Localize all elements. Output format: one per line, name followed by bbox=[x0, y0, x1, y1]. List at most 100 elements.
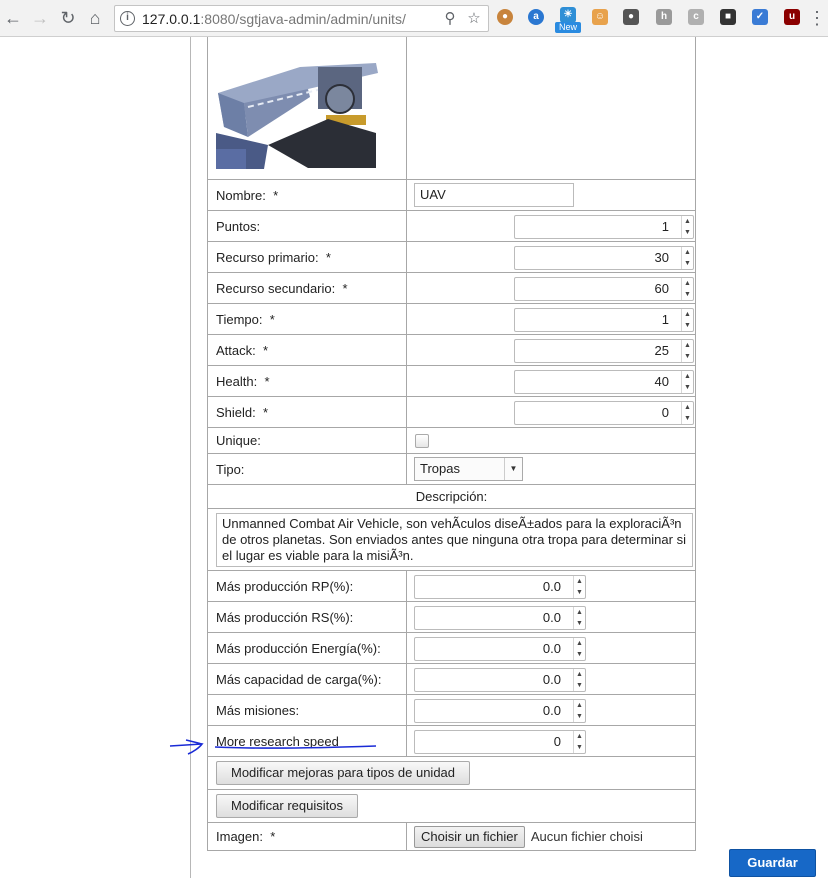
mas-capacidad-carga-value: 0.0 bbox=[542, 672, 561, 687]
field-row-tipo: Tipo: Tropas ▼ bbox=[207, 453, 696, 485]
unit-image bbox=[216, 52, 378, 169]
improvement-row-carga: Más capacidad de carga(%): 0.0 ▲ ▼ bbox=[207, 663, 696, 695]
tiempo-input[interactable]: 1 ▲ ▼ bbox=[514, 308, 694, 332]
field-label-unique: Unique: bbox=[207, 427, 407, 454]
spinner-arrows-icon[interactable]: ▲ ▼ bbox=[681, 309, 693, 331]
cookie-extension-icon[interactable]: ● bbox=[497, 9, 513, 25]
account-extension-icon[interactable]: a bbox=[528, 9, 544, 25]
required-marker: * bbox=[342, 280, 348, 296]
address-bar[interactable]: i 127.0.0.1:8080/sgtjava-admin/admin/uni… bbox=[114, 5, 489, 32]
reload-icon[interactable]: ↻ bbox=[57, 7, 79, 29]
unit-edit-form: Nombre: * UAV Puntos: 1 ▲ ▼ Recurso primar… bbox=[207, 37, 696, 851]
url-path: :8080/sgtjava-admin/admin/units/ bbox=[200, 11, 406, 27]
description-header-row: Descripción: bbox=[207, 484, 696, 509]
chevron-down-icon: ▼ bbox=[504, 458, 522, 480]
spinner-arrows-icon[interactable]: ▲ ▼ bbox=[573, 607, 585, 629]
h-extension-icon[interactable]: h bbox=[656, 9, 672, 25]
spinner-arrows-icon[interactable]: ▲ ▼ bbox=[681, 340, 693, 362]
bookmark-star-icon[interactable]: ☆ bbox=[465, 10, 483, 28]
puntos-value: 1 bbox=[661, 219, 669, 234]
unit-image-empty-cell bbox=[406, 37, 696, 180]
improvement-value-energia: 0.0 ▲ ▼ bbox=[406, 632, 696, 664]
tipo-select[interactable]: Tropas ▼ bbox=[414, 457, 523, 481]
site-info-icon[interactable]: i bbox=[120, 11, 135, 26]
c-extension-icon[interactable]: c bbox=[688, 9, 704, 25]
menu-dots-icon[interactable]: ⋮ bbox=[806, 7, 828, 29]
face-extension-icon[interactable]: ☺ bbox=[592, 9, 608, 25]
spinner-arrows-icon[interactable]: ▲ ▼ bbox=[573, 731, 585, 753]
improvement-label-rp: Más producción RP(%): bbox=[207, 570, 407, 602]
more-research-speed-value: 0 bbox=[553, 734, 561, 749]
field-label-text: Shield: bbox=[216, 404, 256, 420]
field-row-tiempo: Tiempo: * 1 ▲ ▼ bbox=[207, 303, 696, 335]
extension-new-icon[interactable]: ☀ bbox=[560, 7, 576, 23]
field-label-tipo: Tipo: bbox=[207, 453, 407, 485]
mas-capacidad-carga-input[interactable]: 0.0 ▲ ▼ bbox=[414, 668, 586, 692]
improvement-row-research-speed: More research speed 0 ▲ ▼ bbox=[207, 725, 696, 757]
mas-misiones-input[interactable]: 0.0 ▲ ▼ bbox=[414, 699, 586, 723]
more-research-speed-input[interactable]: 0 ▲ ▼ bbox=[414, 730, 586, 754]
shield-input[interactable]: 0 ▲ ▼ bbox=[514, 401, 694, 425]
attack-value: 25 bbox=[654, 343, 669, 358]
health-input[interactable]: 40 ▲ ▼ bbox=[514, 370, 694, 394]
nombre-input[interactable]: UAV bbox=[414, 183, 574, 207]
spinner-arrows-icon[interactable]: ▲ ▼ bbox=[573, 638, 585, 660]
ublock-extension-icon[interactable]: u bbox=[784, 9, 800, 25]
required-marker: * bbox=[270, 829, 276, 844]
field-value-recurso-primario: 30 ▲ ▼ bbox=[406, 241, 696, 273]
unique-checkbox[interactable] bbox=[415, 434, 429, 448]
url-text: 127.0.0.1:8080/sgtjava-admin/admin/units… bbox=[142, 11, 406, 27]
image-upload-row: Imagen: * Choisir un fichier Aucun fichie… bbox=[207, 822, 696, 851]
modify-requirements-button[interactable]: Modificar requisitos bbox=[216, 794, 358, 818]
zoom-icon[interactable]: ⚲ bbox=[441, 10, 459, 28]
choose-file-button[interactable]: Choisir un fichier bbox=[414, 825, 525, 848]
recurso-primario-value: 30 bbox=[654, 250, 669, 265]
annotation-arrow-shaft bbox=[169, 743, 203, 747]
spinner-arrows-icon[interactable]: ▲ ▼ bbox=[681, 247, 693, 269]
modify-unit-type-improvements-button[interactable]: Modificar mejoras para tipos de unidad bbox=[216, 761, 471, 785]
spinner-arrows-icon[interactable]: ▲ ▼ bbox=[573, 669, 585, 691]
unit-image-row bbox=[207, 37, 696, 180]
save-button[interactable]: Guardar bbox=[729, 849, 816, 877]
mask-extension-icon[interactable]: ● bbox=[623, 9, 639, 25]
modify-improvements-row: Modificar mejoras para tipos de unidad bbox=[207, 756, 696, 790]
page-left-border bbox=[190, 37, 191, 878]
field-value-health: 40 ▲ ▼ bbox=[406, 365, 696, 397]
puntos-input[interactable]: 1 ▲ ▼ bbox=[514, 215, 694, 239]
spinner-arrows-icon[interactable]: ▲ ▼ bbox=[681, 371, 693, 393]
image-upload-label: Imagen: * bbox=[207, 822, 407, 851]
improvement-row-rs: Más producción RS(%): 0.0 ▲ ▼ bbox=[207, 601, 696, 633]
improvement-row-rp: Más producción RP(%): 0.0 ▲ ▼ bbox=[207, 570, 696, 602]
dark-extension-icon[interactable]: ■ bbox=[720, 9, 736, 25]
modify-requirements-cell: Modificar requisitos bbox=[207, 789, 696, 823]
field-row-puntos: Puntos: 1 ▲ ▼ bbox=[207, 210, 696, 242]
field-row-recurso-primario: Recurso primario: * 30 ▲ ▼ bbox=[207, 241, 696, 273]
field-row-nombre: Nombre: * UAV bbox=[207, 179, 696, 211]
description-textarea[interactable]: Unmanned Combat Air Vehicle, son vehÃcul… bbox=[216, 512, 693, 567]
improvement-label-rs: Más producción RS(%): bbox=[207, 601, 407, 633]
spinner-arrows-icon[interactable]: ▲ ▼ bbox=[573, 700, 585, 722]
spinner-arrows-icon[interactable]: ▲ ▼ bbox=[681, 278, 693, 300]
field-value-tiempo: 1 ▲ ▼ bbox=[406, 303, 696, 335]
spinner-arrows-icon[interactable]: ▲ ▼ bbox=[573, 576, 585, 598]
flag-extension-icon[interactable]: ✓ bbox=[752, 9, 768, 25]
recurso-secundario-input[interactable]: 60 ▲ ▼ bbox=[514, 277, 694, 301]
annotation-arrow-head bbox=[185, 739, 204, 755]
attack-input[interactable]: 25 ▲ ▼ bbox=[514, 339, 694, 363]
field-label-recurso-primario: Recurso primario: * bbox=[207, 241, 407, 273]
field-label-text: Imagen: bbox=[216, 829, 263, 844]
field-label-shield: Shield: * bbox=[207, 396, 407, 428]
spinner-arrows-icon[interactable]: ▲ ▼ bbox=[681, 402, 693, 424]
forward-arrow-icon[interactable]: → bbox=[29, 7, 51, 29]
field-value-unique bbox=[406, 427, 696, 454]
field-label-text: Recurso secundario: bbox=[216, 280, 336, 296]
back-arrow-icon[interactable]: ← bbox=[2, 7, 24, 29]
mas-produccion-rs-input[interactable]: 0.0 ▲ ▼ bbox=[414, 606, 586, 630]
field-value-recurso-secundario: 60 ▲ ▼ bbox=[406, 272, 696, 304]
spinner-arrows-icon[interactable]: ▲ ▼ bbox=[681, 216, 693, 238]
recurso-primario-input[interactable]: 30 ▲ ▼ bbox=[514, 246, 694, 270]
mas-produccion-energia-input[interactable]: 0.0 ▲ ▼ bbox=[414, 637, 586, 661]
url-host: 127.0.0.1 bbox=[142, 11, 201, 27]
mas-produccion-rp-input[interactable]: 0.0 ▲ ▼ bbox=[414, 575, 586, 599]
home-icon[interactable]: ⌂ bbox=[84, 7, 106, 29]
